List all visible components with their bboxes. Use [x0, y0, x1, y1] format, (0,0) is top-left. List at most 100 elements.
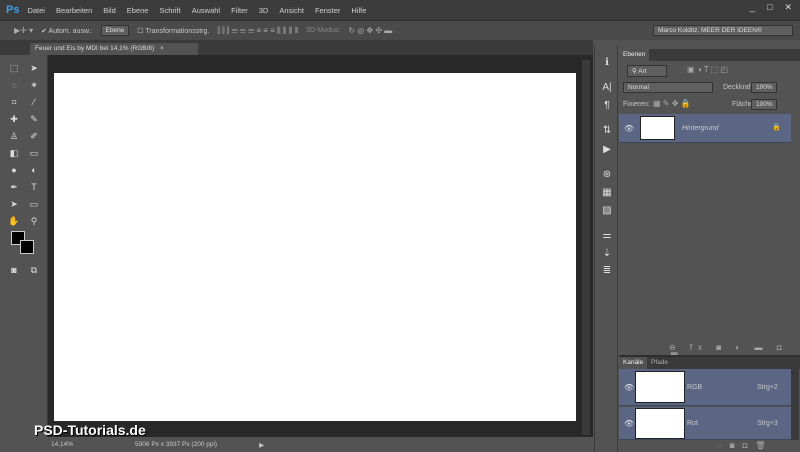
- eyedropper-icon[interactable]: ⁄: [27, 95, 41, 109]
- photoshop-logo: Ps: [6, 4, 20, 16]
- brush-tool-icon[interactable]: ✎: [27, 112, 41, 126]
- tools-panel: ⬚ ➤ ◌ ✶ ⌗ ⁄ ✚ ✎ ♙ ✐ ◧ ▭ ● ◐ ✒ T ➤ ▭ ✋ ⚲ …: [0, 55, 48, 437]
- gradient-tool-icon[interactable]: ▭: [27, 146, 41, 160]
- zoom-level[interactable]: 14,14%: [51, 441, 73, 448]
- menu-fenster[interactable]: Fenster: [315, 6, 340, 15]
- clone-source-icon[interactable]: ≣: [600, 265, 614, 276]
- move-tool-icon[interactable]: ➤: [27, 61, 41, 75]
- type-tool-icon[interactable]: T: [27, 180, 41, 194]
- tab-kanaele[interactable]: Kanäle: [619, 357, 648, 369]
- transform-checkbox[interactable]: ☐ Transformationsstrg.: [137, 27, 209, 35]
- workspace-dropdown[interactable]: Marco Kolditz, MEER DER IDEEN®: [653, 25, 793, 36]
- channels-panel: Kanäle Pfade 👁 RGB Strg+2 👁 Rot Strg+3 ◌…: [619, 355, 800, 452]
- eraser-tool-icon[interactable]: ◧: [7, 146, 21, 160]
- 3d-mode-icons[interactable]: ↻ ◎ ✥ ✣ ▬: [348, 26, 392, 35]
- shape-tool-icon[interactable]: ▭: [27, 197, 41, 211]
- menu-ebene[interactable]: Ebene: [127, 6, 149, 15]
- path-selection-icon[interactable]: ➤: [7, 197, 21, 211]
- crop-tool-icon[interactable]: ⌗: [7, 95, 21, 109]
- menu-bild[interactable]: Bild: [103, 6, 116, 15]
- layer-thumbnail: [640, 116, 675, 140]
- status-menu-arrow[interactable]: ▶: [259, 441, 264, 449]
- styles-icon[interactable]: ▨: [600, 205, 614, 216]
- background-color-swatch[interactable]: [20, 240, 34, 254]
- move-tool-preset-icon[interactable]: ▶✛ ▾: [14, 26, 33, 35]
- brush-presets-icon[interactable]: ⇣: [600, 248, 614, 259]
- character-icon[interactable]: A|: [600, 82, 614, 93]
- menu-3d[interactable]: 3D: [259, 6, 269, 15]
- pen-tool-icon[interactable]: ✒: [7, 180, 21, 194]
- opacity-label: Deckkraft:: [723, 84, 755, 91]
- canvas-scrollbar[interactable]: [582, 60, 590, 435]
- 3d-icon[interactable]: ⊛: [600, 169, 614, 180]
- maximize-button[interactable]: □: [767, 2, 772, 13]
- info-icon[interactable]: ℹ: [600, 57, 614, 68]
- channel-name: Rot: [687, 420, 698, 427]
- history-icon[interactable]: ⇅: [600, 125, 614, 136]
- blur-tool-icon[interactable]: ●: [7, 163, 21, 177]
- options-bar: ▶✛ ▾ ✔ Autom. ausw.: Ebene ☐ Transformat…: [0, 20, 800, 40]
- marquee-tool-icon[interactable]: ⬚: [7, 61, 21, 75]
- channel-row-rot[interactable]: 👁 Rot Strg+3: [619, 407, 791, 440]
- actions-icon[interactable]: ▶: [600, 144, 614, 155]
- menu-auswahl[interactable]: Auswahl: [192, 6, 220, 15]
- paragraph-icon[interactable]: ¶: [600, 100, 614, 111]
- menu-datei[interactable]: Datei: [27, 6, 45, 15]
- opacity-input[interactable]: 100%: [751, 82, 777, 93]
- layer-filter-dropdown[interactable]: ⚲ Art: [627, 65, 667, 77]
- channel-row-rgb[interactable]: 👁 RGB Strg+2: [619, 369, 791, 406]
- status-bar: 14,14% 5906 Px x 3937 Px (200 ppi) ▶: [48, 437, 593, 452]
- healing-brush-icon[interactable]: ✚: [7, 112, 21, 126]
- document-dimensions: 5906 Px x 3937 Px (200 ppi): [135, 441, 218, 448]
- minimize-button[interactable]: _: [750, 2, 755, 13]
- tab-ebenen[interactable]: Ebenen: [619, 49, 650, 61]
- layers-panel: Ebenen ⚲ Art ▣ ◑ T ⬚ ◰ Normal Deckkraft:…: [619, 49, 800, 361]
- menu-bearbeiten[interactable]: Bearbeiten: [56, 6, 92, 15]
- quick-mask-icon[interactable]: ◙: [7, 263, 21, 277]
- zoom-tool-icon[interactable]: ⚲: [27, 214, 41, 228]
- 3d-mode-label: 3D-Modus:: [306, 27, 341, 34]
- document-tab[interactable]: Feuer und Eis by MDI bei 14,1% (RGB/8) ×: [30, 43, 198, 55]
- dodge-tool-icon[interactable]: ◐: [27, 163, 41, 177]
- lock-label: Fixieren:: [623, 101, 650, 108]
- auto-select-label: Autom. ausw.:: [48, 27, 93, 35]
- auto-select-checkbox[interactable]: ✔ Autom. ausw.:: [41, 27, 92, 35]
- swatches-icon[interactable]: ▦: [600, 187, 614, 198]
- menu-filter[interactable]: Filter: [231, 6, 248, 15]
- blend-mode-dropdown[interactable]: Normal: [623, 82, 713, 93]
- tab-pfade[interactable]: Pfade: [647, 357, 672, 369]
- channel-name: RGB: [687, 384, 703, 391]
- channels-footer-icons[interactable]: ◌◙◘🗑: [717, 441, 774, 450]
- window-controls: _ □ ✕: [750, 2, 792, 13]
- channel-thumbnail: [635, 408, 685, 439]
- visibility-eye-icon[interactable]: 👁: [624, 124, 634, 133]
- magic-wand-icon[interactable]: ✶: [27, 78, 41, 92]
- lock-icon: 🔒: [772, 124, 781, 131]
- menu-hilfe[interactable]: Hilfe: [351, 6, 366, 15]
- auto-select-dropdown[interactable]: Ebene: [100, 25, 130, 36]
- layer-row[interactable]: 👁 Hintergrund 🔒: [619, 114, 791, 143]
- layer-name[interactable]: Hintergrund: [682, 125, 719, 132]
- screen-mode-icon[interactable]: ⧉: [27, 263, 41, 277]
- visibility-eye-icon[interactable]: 👁: [624, 383, 634, 392]
- stamp-tool-icon[interactable]: ♙: [7, 129, 21, 143]
- fill-input[interactable]: 100%: [751, 99, 777, 110]
- lasso-tool-icon[interactable]: ◌: [7, 78, 21, 92]
- close-button[interactable]: ✕: [784, 2, 792, 13]
- menu-bar: Ps Datei Bearbeiten Bild Ebene Schrift A…: [0, 0, 800, 20]
- channel-shortcut: Strg+2: [757, 384, 778, 391]
- align-icons[interactable]: ⫿ ⫿ ⫿ ☰ ☰ ☰ ≡ ≡ ≡ ⫼ ⫼ ⫼ ⫴: [217, 26, 298, 36]
- visibility-eye-icon[interactable]: 👁: [624, 419, 634, 428]
- menu-schrift[interactable]: Schrift: [159, 6, 180, 15]
- hand-tool-icon[interactable]: ✋: [7, 214, 21, 228]
- document-canvas[interactable]: [54, 73, 576, 421]
- adjustments-icon[interactable]: ⚌: [600, 230, 614, 241]
- channel-shortcut: Strg+3: [757, 420, 778, 427]
- menu-ansicht[interactable]: Ansicht: [279, 6, 304, 15]
- filter-icons[interactable]: ▣ ◑ T ⬚ ◰: [687, 65, 728, 74]
- history-brush-icon[interactable]: ✐: [27, 129, 41, 143]
- channels-scrollbar[interactable]: [791, 369, 799, 440]
- lock-icons[interactable]: ▦ ✎ ✥ 🔒: [653, 99, 691, 108]
- channel-thumbnail: [635, 371, 685, 403]
- close-tab-icon[interactable]: ×: [160, 45, 164, 52]
